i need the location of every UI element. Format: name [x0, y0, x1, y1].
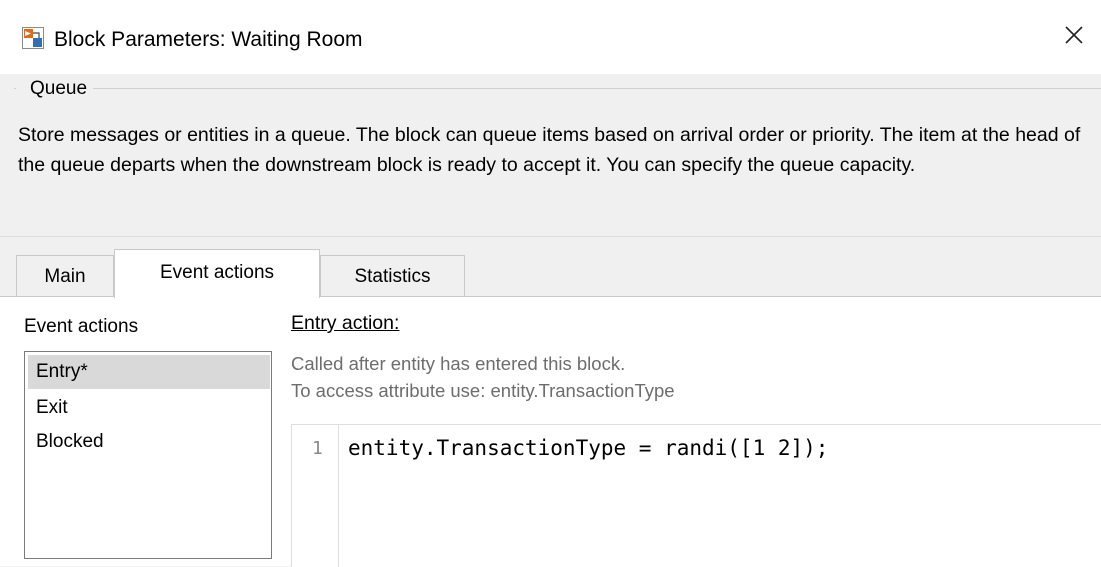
dialog-body: Queue Store messages or entities in a qu… [0, 74, 1101, 567]
event-actions-list[interactable]: Entry* Exit Blocked [24, 351, 272, 559]
tab-statistics[interactable]: Statistics [320, 255, 465, 297]
code-editor[interactable]: 1 entity.TransactionType = randi([1 2]); [291, 424, 1101, 567]
line-number: 1 [312, 438, 323, 459]
block-description: Store messages or entities in a queue. T… [18, 124, 1081, 176]
list-item-entry[interactable]: Entry* [28, 355, 270, 389]
close-button[interactable] [1054, 18, 1094, 56]
window-title: Block Parameters: Waiting Room [54, 28, 363, 51]
entry-action-heading: Entry action: [291, 312, 400, 334]
entry-action-hint: Called after entity has entered this blo… [291, 353, 626, 374]
tab-strip: Main Event actions Statistics [0, 249, 1101, 298]
group-border [14, 88, 1101, 89]
close-icon [1064, 25, 1084, 50]
list-item-exit[interactable]: Exit [28, 391, 270, 425]
simulink-block-icon [22, 27, 44, 49]
event-actions-label: Event actions [24, 316, 139, 337]
list-item-blocked[interactable]: Blocked [28, 425, 270, 459]
title-bar: Block Parameters: Waiting Room [0, 0, 1101, 74]
tab-main[interactable]: Main [16, 255, 114, 297]
group-title: Queue [16, 77, 94, 101]
tab-event-actions[interactable]: Event actions [114, 249, 320, 298]
tab-content: Event actions Entry* Exit Blocked Entry … [0, 296, 1101, 567]
line-number-gutter: 1 [292, 425, 339, 567]
divider [0, 236, 1101, 237]
code-line[interactable]: entity.TransactionType = randi([1 2]); [348, 436, 828, 460]
attribute-access-hint: To access attribute use: entity.Transact… [291, 380, 675, 401]
